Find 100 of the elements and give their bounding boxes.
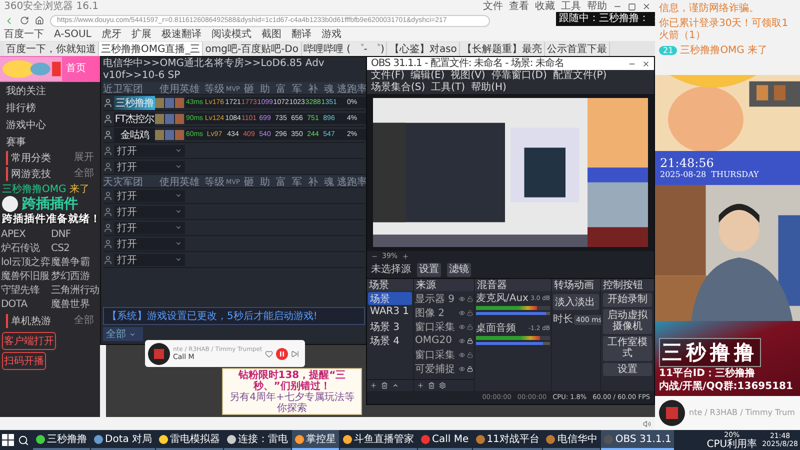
maximize-icon[interactable] [628, 2, 636, 10]
menu-item[interactable]: 文件(F) [371, 70, 405, 82]
slot-dropdown[interactable]: 打开 [114, 190, 185, 202]
browser-tab[interactable]: 三秒撸撸OMG直播_三 [99, 42, 204, 56]
section-link[interactable]: 展开 [74, 152, 94, 164]
nav-item[interactable]: 我的关注 [0, 82, 100, 99]
chat-target-select[interactable]: 全部 [103, 327, 143, 341]
nav-item[interactable]: 排行榜 [0, 99, 100, 116]
control-button[interactable]: 启动虚拟摄像机 [603, 308, 652, 334]
category-link[interactable]: DOTA [1, 299, 50, 312]
taskbar-app[interactable]: Call Me [418, 430, 472, 450]
menu-item[interactable]: 帮助 [587, 0, 607, 12]
menu-item[interactable]: 工具(T) [431, 82, 466, 94]
start-icon[interactable] [2, 434, 14, 446]
category-link[interactable]: 魔兽世界 [50, 299, 99, 312]
category-link[interactable]: 守望先锋 [1, 285, 50, 298]
next-icon[interactable] [291, 350, 300, 358]
speaker-icon[interactable] [643, 420, 651, 428]
menu-item[interactable]: 收藏 [535, 0, 555, 12]
visibility-icon[interactable] [459, 324, 465, 330]
like-icon[interactable] [265, 350, 274, 358]
control-button[interactable]: 开始录制 [603, 293, 652, 306]
browser-tab[interactable]: 【心鉴】对aso [387, 42, 460, 56]
category-link[interactable]: 魔兽争霸 [50, 257, 99, 270]
bookmark[interactable]: 扩展 [131, 28, 152, 40]
slot-dropdown[interactable]: 打开 [114, 238, 185, 250]
visibility-icon[interactable] [459, 296, 465, 302]
menu-item[interactable]: 工具 [561, 0, 581, 12]
browser-tab[interactable]: 哔哩哔哩 ( ゜- ゜) [302, 42, 388, 56]
volume-slider[interactable] [476, 342, 550, 345]
delete-icon[interactable] [428, 382, 435, 389]
move-up-icon[interactable] [392, 382, 399, 389]
bookmark[interactable]: 百度一下 [4, 28, 44, 40]
browser-tab[interactable]: 【长解题重】最亮 [460, 42, 545, 56]
slot-dropdown[interactable]: 打开 [114, 254, 185, 266]
section-link[interactable]: 全部 [74, 168, 94, 180]
visibility-icon[interactable] [459, 310, 465, 316]
taskbar-app[interactable]: 三秒撸撸 [33, 430, 90, 450]
category-link[interactable]: DNF [50, 229, 99, 242]
home-icon[interactable] [35, 16, 44, 25]
taskbar-app[interactable]: 连接：雷电 [224, 430, 292, 450]
delete-icon[interactable] [381, 382, 388, 389]
action-button[interactable]: 扫码开播 [2, 352, 46, 370]
menu-item[interactable]: 帮助(H) [471, 82, 506, 94]
section-link[interactable]: 全部 [74, 315, 94, 328]
toolbar-button[interactable]: 滤镜 [447, 263, 471, 277]
nav-item[interactable]: 游戏中心 [0, 116, 100, 133]
source-item[interactable]: 显示器 9 [415, 292, 457, 306]
transition-select[interactable]: 淡入淡出 [553, 294, 599, 310]
control-button[interactable]: 设置 [603, 362, 652, 376]
category-link[interactable]: 魔兽怀旧服 [1, 271, 50, 284]
source-item[interactable]: 可爱捕捉 [415, 362, 457, 376]
menu-item[interactable]: 编辑(E) [410, 70, 445, 82]
source-item[interactable]: OMG20 [415, 335, 457, 346]
visibility-icon[interactable] [459, 352, 465, 358]
bookmark[interactable]: A-SOUL [54, 28, 92, 40]
lock-icon[interactable] [467, 366, 473, 372]
slot-dropdown[interactable]: 打开 [114, 144, 185, 156]
slot-dropdown[interactable]: 打开 [114, 160, 185, 172]
bookmark[interactable]: 游戏 [321, 28, 342, 40]
menu-item[interactable]: 场景集合(S) [371, 82, 426, 94]
source-item[interactable]: 窗口采集 [415, 320, 457, 334]
lock-icon[interactable] [467, 338, 473, 344]
toolbar-button[interactable]: 设置 [417, 263, 441, 277]
visibility-icon[interactable] [459, 366, 465, 372]
pause-icon[interactable] [276, 348, 288, 360]
scene-item[interactable]: WAR3 1 [368, 306, 412, 319]
bookmark[interactable]: 翻译 [291, 28, 312, 40]
slot-dropdown[interactable]: 打开 [114, 206, 185, 218]
browser-tab[interactable]: 百度一下，你就知道 [4, 42, 99, 56]
zoom-in-icon[interactable] [402, 253, 409, 260]
settings-icon[interactable] [439, 382, 446, 389]
bookmark[interactable]: 虎牙 [101, 28, 122, 40]
category-link[interactable]: 炉石传说 [1, 243, 50, 256]
bookmark[interactable]: 极速翻译 [161, 28, 202, 40]
category-link[interactable]: 梦幻西游 [50, 271, 99, 284]
browser-tab[interactable]: omg吧-百度贴吧-Do [203, 42, 302, 56]
refresh-icon[interactable] [20, 16, 29, 25]
action-button[interactable]: 客户端打开 [2, 332, 56, 350]
unlock-icon[interactable] [467, 352, 473, 358]
category-link[interactable]: 三角洲行动 [50, 285, 99, 298]
control-button[interactable]: 工作室模式 [603, 336, 652, 360]
category-link[interactable]: CS2 [50, 243, 99, 256]
scene-item[interactable]: 场景 4 [368, 334, 412, 347]
zoom-out-icon[interactable] [371, 253, 378, 260]
browser-tab[interactable]: 公示首置下最 [544, 42, 610, 56]
unlock-icon[interactable] [467, 324, 473, 330]
unlock-icon[interactable] [467, 310, 473, 316]
bookmark[interactable]: 阅读模式 [211, 28, 252, 40]
slot-dropdown[interactable]: 打开 [114, 222, 185, 234]
taskbar-app[interactable]: 掌控星 [292, 430, 340, 450]
unlock-icon[interactable] [467, 296, 473, 302]
scene-item[interactable]: 场景 3 [368, 320, 412, 333]
menu-item[interactable]: 配置文件(P) [552, 70, 607, 82]
taskbar-app[interactable]: 11对战平台 [472, 430, 542, 450]
menu-item[interactable]: 停靠窗口(D) [491, 70, 547, 82]
taskbar-app[interactable]: 电信华中 [543, 430, 600, 450]
close-icon[interactable] [642, 2, 651, 11]
source-item[interactable]: 窗口采集 [415, 348, 457, 362]
volume-slider[interactable] [476, 312, 550, 315]
